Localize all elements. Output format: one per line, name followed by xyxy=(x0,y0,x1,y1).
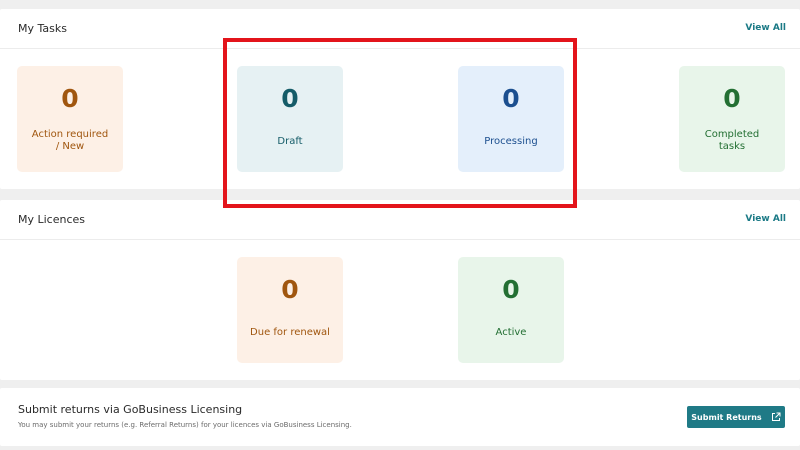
submit-returns-description: You may submit your returns (e.g. Referr… xyxy=(18,421,352,429)
active-label: Active xyxy=(495,327,527,338)
submit-returns-button[interactable]: Submit Returns xyxy=(687,406,785,428)
tile-due-for-renewal[interactable]: 0 Due for renewal xyxy=(237,257,343,363)
submit-returns-title: Submit returns via GoBusiness Licensing xyxy=(18,403,243,416)
licences-view-all-link[interactable]: View All xyxy=(745,214,786,224)
my-tasks-title: My Tasks xyxy=(18,22,67,35)
processing-count: 0 xyxy=(502,84,520,113)
tile-processing[interactable]: 0 Processing xyxy=(458,66,564,172)
my-tasks-card: My Tasks View All 0 Action required / Ne… xyxy=(0,9,800,189)
due-for-renewal-count: 0 xyxy=(281,275,299,304)
my-tasks-header: My Tasks View All xyxy=(0,9,800,49)
external-link-icon xyxy=(771,412,781,421)
tile-completed-tasks[interactable]: 0 Completed tasks xyxy=(679,66,785,172)
tile-active[interactable]: 0 Active xyxy=(458,257,564,363)
action-required-count: 0 xyxy=(61,84,79,113)
active-count: 0 xyxy=(502,275,520,304)
completed-tasks-count: 0 xyxy=(723,84,741,113)
my-licences-card: My Licences View All 0 Due for renewal 0… xyxy=(0,200,800,380)
tile-draft[interactable]: 0 Draft xyxy=(237,66,343,172)
my-licences-title: My Licences xyxy=(18,213,86,226)
submit-returns-button-label: Submit Returns xyxy=(691,412,762,422)
my-licences-header: My Licences View All xyxy=(0,200,800,240)
submit-returns-card xyxy=(0,388,800,446)
tile-action-required[interactable]: 0 Action required / New xyxy=(17,66,123,172)
draft-label: Draft xyxy=(277,136,303,147)
processing-label: Processing xyxy=(484,136,538,147)
due-for-renewal-label: Due for renewal xyxy=(250,327,330,338)
completed-tasks-label: Completed tasks xyxy=(704,129,760,152)
action-required-label: Action required / New xyxy=(31,129,109,152)
tasks-view-all-link[interactable]: View All xyxy=(745,23,786,33)
draft-count: 0 xyxy=(281,84,299,113)
